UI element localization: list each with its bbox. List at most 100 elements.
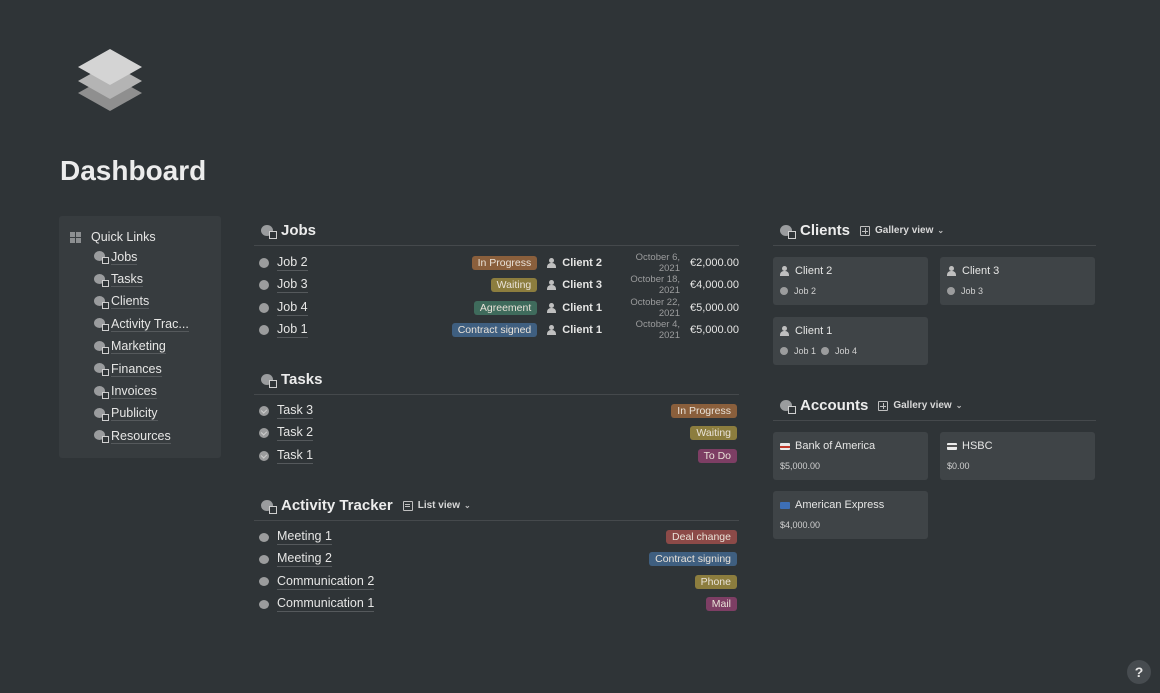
job-row[interactable]: Job 1 — [254, 319, 308, 341]
task-row[interactable]: Task 2 — [254, 422, 314, 444]
account-card[interactable]: Bank of America $5,000.00 — [773, 432, 928, 480]
link-arrow-icon — [102, 413, 109, 421]
task-properties: Waiting — [690, 422, 737, 444]
activity-type-tag: Mail — [705, 597, 737, 612]
quick-link-label: Finances — [111, 361, 162, 377]
job-properties: In Progress Client 2 October 6, 2021 €2,000… — [471, 252, 739, 274]
activity-name[interactable]: Communication 2 — [277, 574, 375, 590]
job-properties: Waiting Client 3 October 18, 2021 €4,000.00 — [490, 274, 739, 296]
accounts-title[interactable]: Accounts — [800, 397, 868, 414]
task-name[interactable]: Task 3 — [277, 403, 314, 419]
job-name[interactable]: Job 4 — [277, 300, 308, 316]
quick-links-title: Quick Links — [91, 230, 156, 244]
activity-row[interactable]: Communication 1 — [254, 593, 375, 615]
link-arrow-icon — [102, 301, 109, 309]
job-client-name: Client 3 — [562, 279, 602, 292]
client-job-link[interactable]: Job 2 — [794, 286, 816, 296]
client-job-link[interactable]: Job 3 — [961, 286, 983, 296]
quick-link-tasks[interactable]: Tasks — [93, 268, 221, 290]
quick-link-finances[interactable]: Finances — [93, 358, 221, 380]
account-card[interactable]: HSBC $0.00 — [940, 432, 1095, 480]
link-arrow-icon — [102, 324, 109, 332]
activity-divider — [254, 520, 739, 521]
job-amount: €5,000.00 — [690, 301, 739, 314]
invoices-icon — [93, 385, 109, 399]
tasks-icon — [260, 372, 278, 388]
clients-title[interactable]: Clients — [800, 222, 850, 239]
activity-name[interactable]: Communication 1 — [277, 596, 375, 613]
tasks-title[interactable]: Tasks — [281, 371, 322, 388]
tasks-header: Tasks — [260, 371, 322, 388]
client-person — [947, 266, 962, 276]
quick-link-marketing[interactable]: Marketing — [93, 336, 221, 358]
link-arrow-icon — [102, 391, 109, 399]
client-jobs: Job 3 — [947, 285, 1088, 297]
client-card[interactable]: Client 2 Job 2 — [773, 257, 928, 305]
job-client[interactable]: Client 3 — [547, 279, 602, 291]
activity-properties: Mail — [705, 593, 737, 615]
job-date: October 6, 2021 — [635, 252, 680, 274]
job-name[interactable]: Job 1 — [277, 322, 308, 339]
activity-type-tag: Contract signing — [649, 552, 737, 567]
task-row[interactable]: Task 1 — [254, 445, 314, 467]
jobs-title[interactable]: Jobs — [281, 222, 316, 239]
job-client[interactable]: Client 2 — [547, 257, 602, 269]
activity-row[interactable]: Meeting 1 — [254, 526, 332, 548]
task-status-tag: Waiting — [690, 426, 737, 441]
job-row[interactable]: Job 3 — [254, 274, 308, 296]
job-row[interactable]: Job 2 — [254, 252, 308, 274]
job-row[interactable]: Job 4 — [254, 297, 308, 319]
client-job-link[interactable]: Job 4 — [835, 346, 857, 356]
quick-link-publicity[interactable]: Publicity — [93, 403, 221, 425]
activity-title[interactable]: Activity Tracker — [281, 497, 393, 514]
job-client[interactable]: Client 1 — [547, 324, 602, 336]
activity-row[interactable]: Meeting 2 — [254, 548, 332, 570]
client-card-title: Client 3 — [947, 264, 1088, 278]
task-name[interactable]: Task 2 — [277, 425, 314, 442]
accounts-view-switcher[interactable]: Gallery view ⌄ — [878, 400, 962, 411]
clients-icon — [93, 295, 109, 309]
client-card[interactable]: Client 1 Job 1 Job 4 — [773, 317, 928, 365]
quick-link-clients[interactable]: Clients — [93, 291, 221, 313]
job-name[interactable]: Job 3 — [277, 277, 308, 294]
client-card[interactable]: Client 3 Job 3 — [940, 257, 1095, 305]
clients-view-switcher[interactable]: Gallery view ⌄ — [860, 225, 944, 236]
chevron-down-icon: ⌄ — [463, 501, 471, 510]
quick-link-resources[interactable]: Resources — [93, 425, 221, 447]
quick-links-header: Quick Links — [70, 228, 221, 246]
accounts-icon — [779, 398, 797, 414]
activity-header: Activity Tracker List view ⌄ — [260, 497, 471, 514]
account-card-title: Bank of America — [780, 439, 921, 453]
activity-name[interactable]: Meeting 1 — [277, 529, 332, 545]
client-name: Client 2 — [795, 265, 833, 277]
job-status-dot-icon — [259, 258, 269, 268]
speech-bubble-icon — [259, 532, 269, 542]
person-icon — [547, 280, 557, 291]
account-balance: $0.00 — [947, 461, 970, 471]
job-properties: Agreement Client 1 October 22, 2021 €5,000.… — [473, 297, 739, 319]
job-amount: €5,000.00 — [690, 324, 739, 337]
client-name: Client 3 — [962, 265, 1000, 277]
quick-link-activity-trac[interactable]: Activity Trac... — [93, 313, 221, 335]
activity-view-switcher[interactable]: List view ⌄ — [402, 500, 471, 511]
account-card[interactable]: American Express $4,000.00 — [773, 491, 928, 539]
activity-row[interactable]: Communication 2 — [254, 571, 375, 593]
quick-link-label: Invoices — [111, 384, 157, 400]
job-name[interactable]: Job 2 — [277, 255, 308, 271]
client-name: Client 1 — [795, 325, 833, 337]
client-jobs: Job 2 — [780, 285, 921, 297]
task-name[interactable]: Task 1 — [277, 448, 314, 464]
job-dot-icon — [780, 347, 788, 355]
help-button[interactable]: ? — [1127, 660, 1151, 684]
client-card-title: Client 2 — [780, 264, 921, 278]
quick-link-jobs[interactable]: Jobs — [93, 246, 221, 268]
activity-name[interactable]: Meeting 2 — [277, 551, 332, 568]
quick-link-label: Marketing — [111, 339, 166, 355]
task-row[interactable]: Task 3 — [254, 400, 314, 422]
person-icon — [547, 325, 557, 336]
quick-link-invoices[interactable]: Invoices — [93, 380, 221, 402]
client-job-link[interactable]: Job 1 — [794, 346, 816, 356]
jobs-header: Jobs — [260, 222, 316, 239]
job-client[interactable]: Client 1 — [547, 302, 602, 314]
tasks-divider — [254, 394, 739, 395]
